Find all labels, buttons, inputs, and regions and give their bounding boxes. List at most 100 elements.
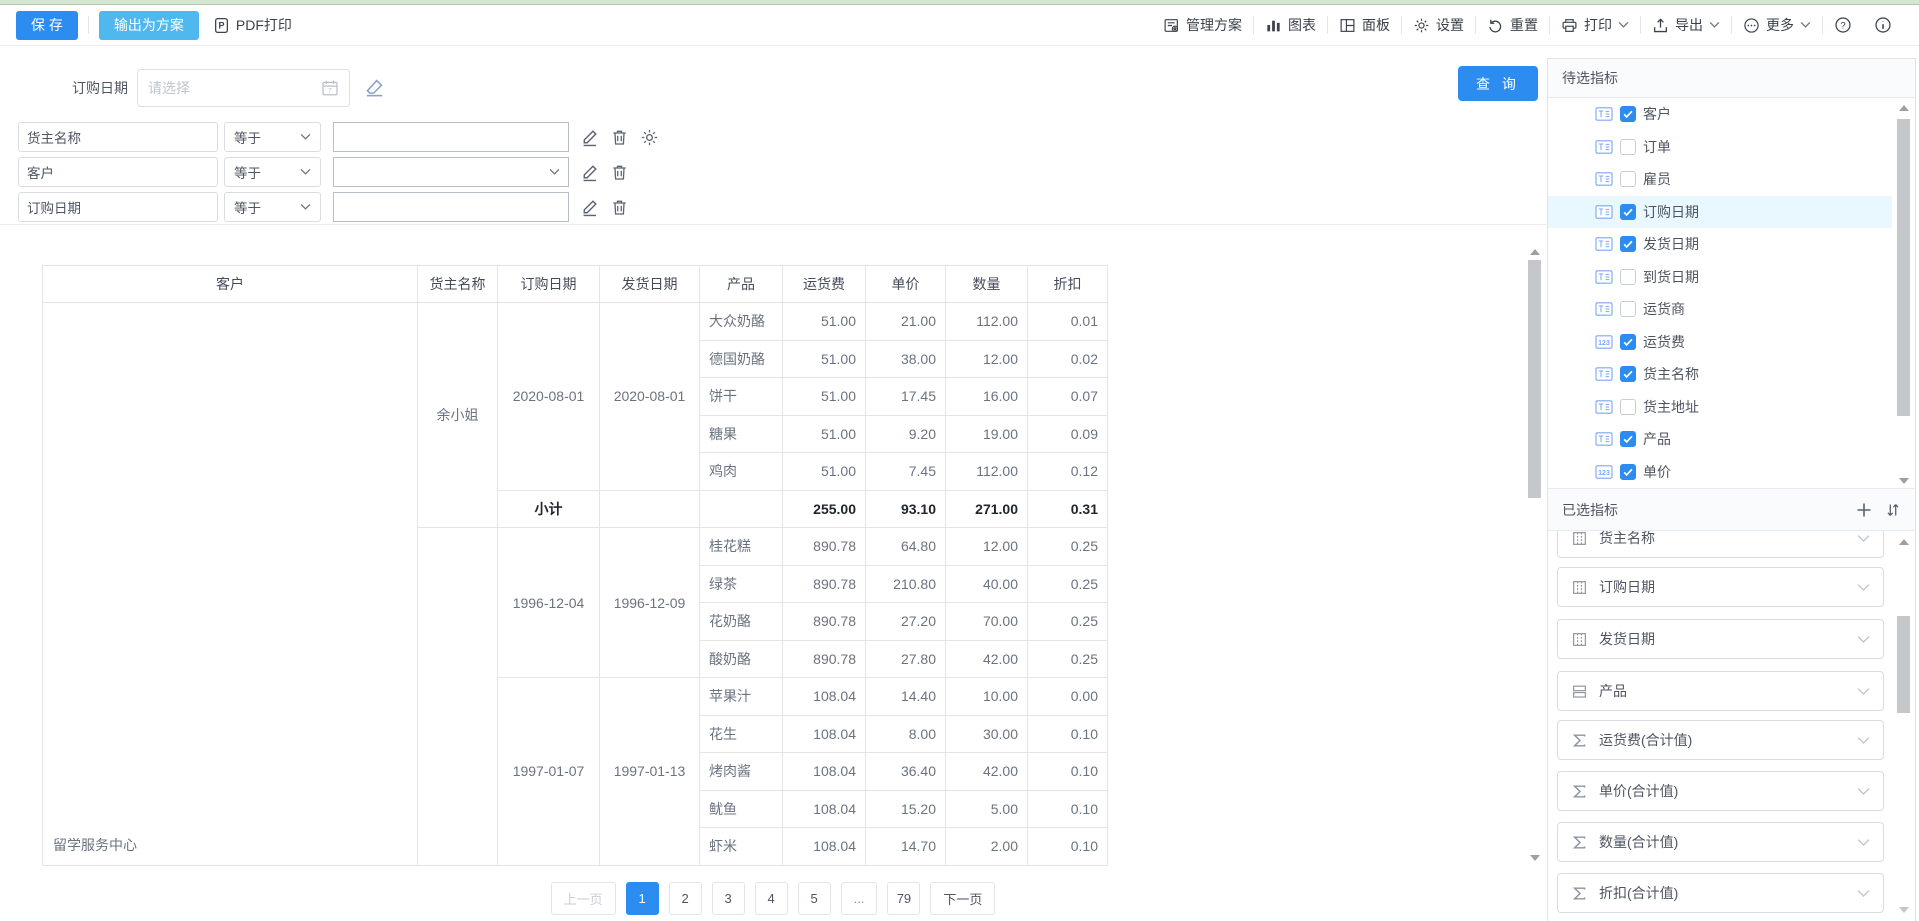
- pending-metric-item[interactable]: 到货日期: [1548, 261, 1892, 294]
- output-as-scheme-button[interactable]: 输出为方案: [99, 11, 199, 40]
- chevron-down-icon[interactable]: [1857, 838, 1870, 847]
- page-79-button[interactable]: 79: [887, 882, 920, 915]
- metric-checkbox[interactable]: [1620, 464, 1636, 480]
- chevron-down-icon[interactable]: [1857, 787, 1870, 796]
- metric-checkbox[interactable]: [1620, 301, 1636, 317]
- metric-checkbox[interactable]: [1620, 431, 1636, 447]
- page-5-button[interactable]: 5: [798, 882, 831, 915]
- add-metric-icon[interactable]: [1856, 502, 1872, 518]
- scrollbar-thumb[interactable]: [1897, 616, 1910, 713]
- pending-metric-item[interactable]: 货主名称: [1548, 358, 1892, 391]
- selected-metric-card[interactable]: 单价(合计值): [1557, 771, 1884, 811]
- page-3-button[interactable]: 3: [712, 882, 745, 915]
- filter-field-input[interactable]: [18, 192, 218, 222]
- info-button[interactable]: [1863, 16, 1903, 34]
- metric-checkbox[interactable]: [1620, 236, 1636, 252]
- delete-filter-icon[interactable]: [610, 163, 629, 182]
- filter-operator-select[interactable]: 等于: [224, 122, 321, 152]
- edit-filter-icon[interactable]: [580, 163, 599, 182]
- filter-operator-select[interactable]: 等于: [224, 192, 321, 222]
- selected-metric-card[interactable]: 订购日期: [1557, 567, 1884, 607]
- filter-settings-icon[interactable]: [640, 128, 659, 147]
- dashboard-button[interactable]: 面板: [1328, 15, 1401, 35]
- page-2-button[interactable]: 2: [669, 882, 702, 915]
- metric-checkbox[interactable]: [1620, 399, 1636, 415]
- selected-metric-card[interactable]: 折扣(合计值): [1557, 873, 1884, 913]
- chevron-down-icon[interactable]: [1857, 583, 1870, 592]
- selected-metric-card[interactable]: 发货日期: [1557, 619, 1884, 659]
- metric-checkbox[interactable]: [1620, 269, 1636, 285]
- clear-date-icon[interactable]: [364, 77, 385, 98]
- next-page-button[interactable]: 下一页: [930, 882, 995, 915]
- filter-value-input[interactable]: [333, 122, 569, 152]
- pending-metric-item[interactable]: 订购日期: [1548, 196, 1892, 229]
- selected-metric-card[interactable]: 产品: [1557, 671, 1884, 711]
- charts-button[interactable]: 图表: [1254, 15, 1327, 35]
- filter-field-input[interactable]: [18, 157, 218, 187]
- pending-metric-item[interactable]: 123运货费: [1548, 326, 1892, 359]
- chevron-down-icon[interactable]: [1857, 736, 1870, 745]
- scroll-down-icon[interactable]: [1899, 907, 1909, 913]
- scroll-up-icon[interactable]: [1899, 539, 1909, 545]
- chevron-down-icon[interactable]: [1857, 889, 1870, 898]
- query-button[interactable]: 查 询: [1458, 66, 1538, 101]
- selected-metric-card[interactable]: 运货费(合计值): [1557, 720, 1884, 760]
- table-scrollbar[interactable]: [1527, 246, 1542, 864]
- pending-metric-item[interactable]: 雇员: [1548, 163, 1892, 196]
- delete-filter-icon[interactable]: [610, 198, 629, 217]
- metric-checkbox[interactable]: [1620, 334, 1636, 350]
- ellipsis-button[interactable]: ...: [841, 882, 878, 915]
- scroll-up-icon[interactable]: [1530, 249, 1540, 255]
- filter-field-input[interactable]: [18, 122, 218, 152]
- manage-schemes-button[interactable]: 管理方案: [1152, 15, 1253, 35]
- scroll-down-icon[interactable]: [1530, 855, 1540, 861]
- page-4-button[interactable]: 4: [755, 882, 788, 915]
- pending-metric-item[interactable]: 发货日期: [1548, 228, 1892, 261]
- settings-button[interactable]: 设置: [1402, 15, 1475, 35]
- filter-value-input[interactable]: [333, 192, 569, 222]
- pending-metric-item[interactable]: 客户: [1548, 98, 1892, 131]
- scrollbar-thumb[interactable]: [1897, 119, 1910, 416]
- selected-metric-label: 产品: [1599, 681, 1627, 701]
- toolbar-left: 保 存 输出为方案 P PDF打印: [16, 11, 292, 40]
- pending-metric-item[interactable]: 货主地址: [1548, 391, 1892, 424]
- table-cell: 16.00: [946, 378, 1028, 416]
- metric-checkbox[interactable]: [1620, 106, 1636, 122]
- export-button[interactable]: 导出: [1641, 15, 1731, 35]
- edit-filter-icon[interactable]: [580, 128, 599, 147]
- more-button[interactable]: 更多: [1732, 15, 1822, 35]
- metric-checkbox[interactable]: [1620, 366, 1636, 382]
- pending-metric-item[interactable]: 运货商: [1548, 293, 1892, 326]
- metric-checkbox[interactable]: [1620, 139, 1636, 155]
- pending-metric-item[interactable]: 123单价: [1548, 456, 1892, 489]
- print-button[interactable]: 打印: [1550, 15, 1640, 35]
- metric-checkbox[interactable]: [1620, 171, 1636, 187]
- scroll-up-icon[interactable]: [1899, 105, 1909, 111]
- delete-filter-icon[interactable]: [610, 128, 629, 147]
- sort-metrics-icon[interactable]: [1885, 502, 1901, 518]
- chevron-down-icon[interactable]: [1857, 635, 1870, 644]
- chevron-down-icon[interactable]: [1857, 534, 1870, 543]
- filter-value-select[interactable]: [333, 157, 569, 187]
- selected-metric-card[interactable]: 货主名称: [1557, 531, 1884, 558]
- order-date-picker[interactable]: [137, 69, 350, 107]
- aggregate-sigma-icon: [1571, 885, 1588, 902]
- selected-metric-card[interactable]: 数量(合计值): [1557, 822, 1884, 862]
- help-button[interactable]: ?: [1823, 16, 1863, 34]
- page-1-button[interactable]: 1: [626, 882, 659, 915]
- pdf-print-button[interactable]: P PDF打印: [213, 15, 292, 35]
- text-field-icon: [1595, 171, 1613, 187]
- edit-filter-icon[interactable]: [580, 198, 599, 217]
- pending-metric-item[interactable]: 产品: [1548, 423, 1892, 456]
- selected-list-scrollbar[interactable]: [1896, 531, 1911, 921]
- pending-list-scrollbar[interactable]: [1896, 98, 1911, 488]
- pending-metric-item[interactable]: 订单: [1548, 131, 1892, 164]
- save-button[interactable]: 保 存: [16, 11, 78, 40]
- calendar-icon[interactable]: 7: [321, 79, 339, 97]
- filter-operator-select[interactable]: 等于: [224, 157, 321, 187]
- chevron-down-icon[interactable]: [1857, 687, 1870, 696]
- scrollbar-thumb[interactable]: [1528, 260, 1541, 498]
- scroll-down-icon[interactable]: [1899, 478, 1909, 484]
- reset-button[interactable]: 重置: [1476, 15, 1549, 35]
- metric-checkbox[interactable]: [1620, 204, 1636, 220]
